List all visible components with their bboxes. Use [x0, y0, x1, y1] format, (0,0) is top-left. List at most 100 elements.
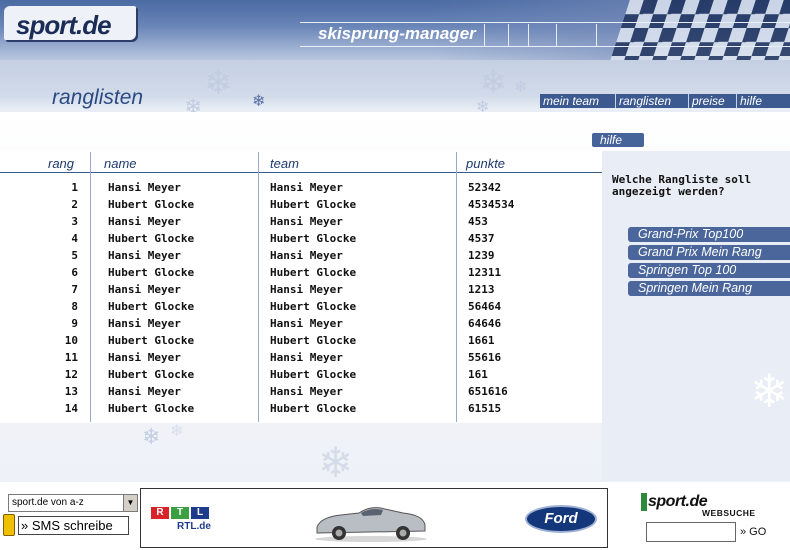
- points-cell: 1661: [468, 334, 495, 347]
- page-title: ranglisten: [52, 86, 144, 109]
- help-tab[interactable]: hilfe: [592, 133, 644, 147]
- team-cell: Hubert Glocke: [270, 300, 357, 313]
- column-header-team: team: [270, 156, 299, 171]
- name-cell: Hansi Meyer: [108, 351, 181, 364]
- header-divider: [484, 24, 485, 46]
- rtl-letter: L: [191, 507, 209, 519]
- az-select-value: sport.de von a-z: [12, 497, 84, 508]
- button-springen-mein-rang[interactable]: Springen Mein Rang: [628, 281, 790, 296]
- team-cell: Hubert Glocke: [270, 266, 357, 279]
- points-cell: 55616: [468, 351, 502, 364]
- nav-preise[interactable]: preise: [688, 94, 725, 108]
- rank-cell: 2: [71, 198, 78, 211]
- button-springen-top100[interactable]: Springen Top 100: [628, 263, 790, 278]
- column-divider: [258, 152, 259, 422]
- button-grand-prix-mein-rang[interactable]: Grand Prix Mein Rang: [628, 245, 790, 260]
- team-cell: Hansi Meyer: [270, 249, 343, 262]
- rtl-letter: T: [171, 507, 189, 519]
- points-cell: 453: [468, 215, 488, 228]
- advert-banner[interactable]: R T L RTL.de Ford: [140, 488, 608, 548]
- snowflake-icon: ❄: [750, 365, 789, 417]
- rank-cell: 14: [64, 402, 78, 415]
- points-cell: 12311: [468, 266, 502, 279]
- header-rule: [300, 22, 790, 23]
- sport-de-az-select[interactable]: sport.de von a-z ▼: [8, 494, 138, 512]
- points-cell: 64646: [468, 317, 502, 330]
- rank-cell: 4: [71, 232, 78, 245]
- nav-ranglisten[interactable]: ranglisten: [615, 94, 671, 108]
- column-divider: [90, 152, 91, 422]
- name-cell: Hubert Glocke: [108, 232, 195, 245]
- column-divider: [456, 152, 457, 422]
- team-cell: Hansi Meyer: [270, 351, 343, 364]
- header-divider: [508, 24, 509, 46]
- team-cell: Hubert Glocke: [270, 402, 357, 415]
- rank-cell: 5: [71, 249, 78, 262]
- team-cell: Hubert Glocke: [270, 198, 357, 211]
- team-cell: Hansi Meyer: [270, 215, 343, 228]
- phone-icon: [3, 514, 15, 536]
- name-cell: Hubert Glocke: [108, 198, 195, 211]
- snowflake-icon: ❄: [480, 64, 507, 100]
- points-cell: 1213: [468, 283, 495, 296]
- points-cell: 161: [468, 368, 488, 381]
- header-divider: [596, 24, 597, 46]
- header-divider: [556, 24, 557, 46]
- name-cell: Hubert Glocke: [108, 402, 195, 415]
- column-header-name: name: [104, 156, 137, 171]
- name-cell: Hansi Meyer: [108, 283, 181, 296]
- points-cell: 651616: [468, 385, 508, 398]
- rank-cell: 12: [64, 368, 78, 381]
- name-cell: Hansi Meyer: [108, 249, 181, 262]
- sport-de-logo[interactable]: sport.de: [4, 6, 136, 40]
- snowflake-icon: ❄: [170, 423, 184, 440]
- snowflake-icon: ❄: [252, 93, 266, 110]
- points-cell: 52342: [468, 181, 502, 194]
- rank-cell: 9: [71, 317, 78, 330]
- car-icon: [315, 507, 427, 542]
- name-cell: Hubert Glocke: [108, 368, 195, 381]
- top-navigation: mein team ranglisten preise hilfe: [540, 94, 790, 108]
- websuche-input[interactable]: [646, 522, 736, 542]
- rank-cell: 8: [71, 300, 78, 313]
- column-header-punkte: punkte: [466, 156, 506, 171]
- team-cell: Hubert Glocke: [270, 232, 357, 245]
- team-cell: Hubert Glocke: [270, 334, 357, 347]
- name-cell: Hubert Glocke: [108, 300, 195, 313]
- points-cell: 4534534: [468, 198, 515, 211]
- rtl-site-label: RTL.de: [177, 521, 211, 532]
- sms-button[interactable]: » SMS schreibe: [18, 516, 129, 535]
- rank-cell: 10: [64, 334, 78, 347]
- column-header-rang: rang: [48, 156, 75, 171]
- name-cell: Hansi Meyer: [108, 317, 181, 330]
- rtl-letter: R: [151, 507, 169, 519]
- snowflake-icon: ❄: [142, 424, 161, 449]
- header-rule: [300, 46, 790, 47]
- points-cell: 1239: [468, 249, 495, 262]
- websuche-go-button[interactable]: » GO: [740, 526, 766, 538]
- name-cell: Hubert Glocke: [108, 334, 195, 347]
- team-cell: Hansi Meyer: [270, 283, 343, 296]
- team-cell: Hansi Meyer: [270, 181, 343, 194]
- snowflake-icon: ❄: [318, 439, 354, 486]
- team-cell: Hubert Glocke: [270, 368, 357, 381]
- header-divider: [528, 24, 529, 46]
- rtl-logo: R T L: [151, 507, 213, 519]
- points-cell: 56464: [468, 300, 502, 313]
- button-grand-prix-top100[interactable]: Grand-Prix Top100: [628, 227, 790, 242]
- name-cell: Hansi Meyer: [108, 385, 181, 398]
- team-cell: Hansi Meyer: [270, 385, 343, 398]
- name-cell: Hansi Meyer: [108, 181, 181, 194]
- sidebar-panel: [602, 151, 790, 481]
- nav-mein-team[interactable]: mein team: [540, 94, 599, 108]
- nav-hilfe[interactable]: hilfe: [736, 94, 762, 108]
- chevron-down-icon[interactable]: ▼: [123, 495, 137, 511]
- points-cell: 4537: [468, 232, 495, 245]
- checkered-flag-graphic: [610, 0, 790, 60]
- rank-cell: 3: [71, 215, 78, 228]
- rank-cell: 11: [64, 351, 78, 364]
- snowflake-icon: ❄: [204, 64, 233, 102]
- sidebar-question: Welche Rangliste soll angezeigt werden?: [612, 173, 752, 198]
- ford-logo: Ford: [525, 505, 597, 533]
- websuche-label: WEBSUCHE: [702, 508, 756, 518]
